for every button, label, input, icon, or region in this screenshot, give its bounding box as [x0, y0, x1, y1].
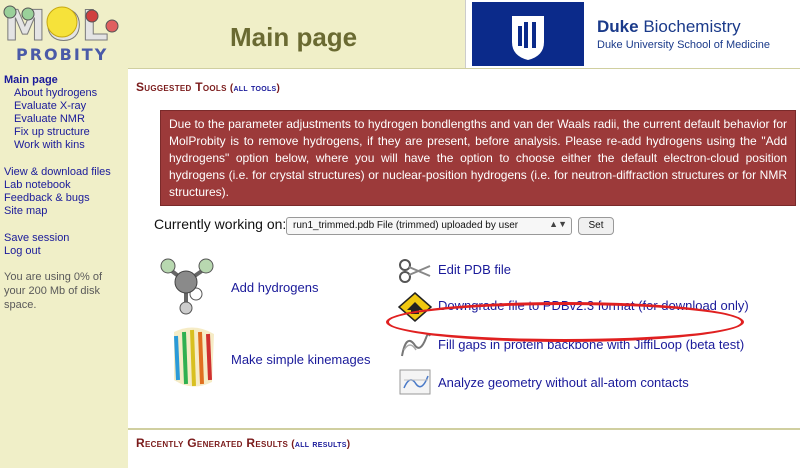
sidebar-item-evaluate-nmr[interactable]: Evaluate NMR	[14, 113, 85, 125]
disk-usage-text: You are using 0% of your 200 Mb of disk …	[4, 271, 103, 311]
file-select-dropdown[interactable]: run1_trimmed.pdb File (trimmed) uploaded…	[286, 217, 572, 235]
dropdown-arrows-icon: ▲▼	[549, 219, 567, 229]
logo-molecule-graphic: MOL	[3, 1, 119, 48]
recent-results-heading: Recently Generated Results (all results)	[136, 436, 350, 450]
recent-results-title: Recently Generated Results	[136, 436, 289, 450]
sidebar-item-main-page[interactable]: Main page	[4, 74, 58, 86]
logo-probity-text: PROBITY	[16, 45, 109, 64]
edit-pdb-link[interactable]: Edit PDB file	[438, 262, 511, 277]
sidebar-item-view-download[interactable]: View & download files	[4, 166, 111, 178]
all-results-link[interactable]: all results	[295, 439, 347, 450]
make-kinemages-link[interactable]: Make simple kinemages	[231, 352, 370, 367]
suggested-paren-close: )	[276, 83, 281, 94]
sidebar-item-site-map[interactable]: Site map	[4, 205, 47, 217]
sidebar-item-about-hydrogens[interactable]: About hydrogens	[14, 87, 97, 99]
sidebar-item-evaluate-xray[interactable]: Evaluate X-ray	[14, 100, 86, 112]
highlight-ellipse-annotation	[386, 302, 744, 342]
duke-chapel-icon	[512, 16, 544, 60]
duke-school-name: Duke University School of Medicine	[597, 39, 771, 51]
duke-shield-logo	[472, 2, 584, 66]
bottom-divider	[128, 428, 800, 430]
set-file-button[interactable]: Set	[578, 217, 614, 235]
recent-paren-close: )	[346, 439, 351, 450]
sidebar-item-feedback-bugs[interactable]: Feedback & bugs	[4, 192, 90, 204]
selected-file-text: run1_trimmed.pdb File (trimmed) uploaded…	[293, 220, 519, 231]
suggested-tools-title: Suggested Tools	[136, 80, 227, 94]
scissors-icon[interactable]	[398, 258, 432, 284]
duke-department-name: Duke Biochemistry	[597, 17, 741, 37]
main-content: Suggested Tools (all tools) Due to the p…	[128, 68, 800, 468]
add-hydrogens-icon[interactable]	[156, 254, 216, 316]
header-bar: MOL PROBITY Main page Duke Biochemistry …	[0, 0, 800, 68]
hydrogen-warning-box: Due to the parameter adjustments to hydr…	[160, 110, 796, 206]
analyze-geometry-link[interactable]: Analyze geometry without all-atom contac…	[438, 375, 689, 390]
sidebar-item-work-with-kins[interactable]: Work with kins	[14, 139, 85, 151]
duke-dept: Biochemistry	[643, 17, 741, 36]
kinemage-ribbon-icon[interactable]	[168, 322, 220, 392]
all-tools-link[interactable]: all tools	[233, 83, 276, 94]
sidebar-nav: Main page About hydrogens Evaluate X-ray…	[0, 68, 128, 468]
add-hydrogens-link[interactable]: Add hydrogens	[231, 280, 318, 295]
currently-working-label: Currently working on:	[154, 216, 287, 232]
geometry-plot-icon[interactable]	[398, 368, 432, 396]
recent-paren-open: (	[288, 439, 295, 450]
page-title: Main page	[230, 22, 358, 52]
suggested-tools-heading: Suggested Tools (all tools)	[136, 80, 280, 94]
top-divider	[128, 68, 800, 69]
sidebar-item-log-out[interactable]: Log out	[4, 245, 41, 257]
sidebar-item-save-session[interactable]: Save session	[4, 232, 69, 244]
sidebar-item-lab-notebook[interactable]: Lab notebook	[4, 179, 71, 191]
molprobity-logo[interactable]: MOL PROBITY	[0, 0, 140, 68]
sidebar-item-fix-up-structure[interactable]: Fix up structure	[14, 126, 90, 138]
duke-biochemistry-banner[interactable]: Duke Biochemistry Duke University School…	[465, 0, 800, 68]
duke-brand: Duke	[597, 17, 639, 36]
